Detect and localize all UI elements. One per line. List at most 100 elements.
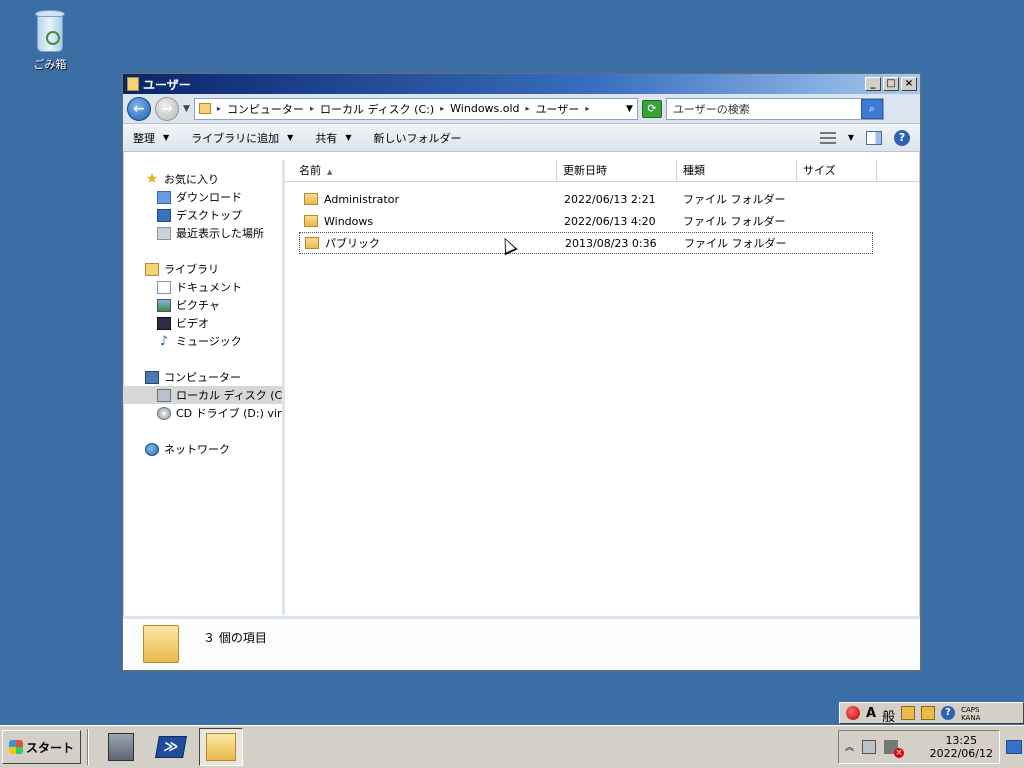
nav-libraries[interactable]: ライブラリ [123,260,282,278]
folder-icon [304,215,318,227]
taskbar-powershell[interactable]: ≫ [149,728,193,766]
file-row[interactable]: パブリック 2013/08/23 0:36 ファイル フォルダー [299,232,873,254]
share-button[interactable]: 共有 ▼ [315,130,351,146]
nav-label: デスクトップ [176,209,242,222]
nav-desktop[interactable]: デスクトップ [123,206,282,224]
folder-icon [304,193,318,205]
file-name: Administrator [324,192,399,206]
nav-videos[interactable]: ビデオ [123,314,282,332]
chevron-right-icon[interactable]: ▸ [585,104,589,113]
column-header-date[interactable]: 更新日時 [557,160,677,181]
explorer-icon [206,733,237,761]
new-folder-button[interactable]: 新しいフォルダー [373,130,461,146]
close-button[interactable]: × [901,77,917,91]
search-icon[interactable]: ⌕ [860,98,883,119]
nav-computer[interactable]: コンピューター [123,368,282,386]
ime-icon[interactable] [846,706,860,720]
column-headers: 名前 ▲ 更新日時 種類 サイズ [285,160,920,182]
chevron-down-icon[interactable]: ▼ [848,133,854,142]
start-button[interactable]: スタート [2,730,82,764]
nav-local-disk[interactable]: ローカル ディスク (C:) [123,386,282,404]
file-type: ファイル フォルダー [683,215,786,228]
forward-button[interactable]: → [155,96,179,121]
show-desktop-icon[interactable] [1006,740,1022,754]
desktop-icon [157,208,171,222]
caps-label: CAPS [961,706,980,714]
help-icon[interactable]: ? [941,706,956,720]
history-dropdown-icon[interactable]: ▼ [183,104,190,114]
nav-cd-drive[interactable]: CD ドライブ (D:) virtio [123,404,282,422]
sort-ascending-icon: ▲ [327,168,333,176]
input-mode-kanji[interactable]: 般 [882,706,895,725]
preview-pane-icon[interactable] [866,130,882,145]
nav-label: ビデオ [176,317,209,330]
nav-music[interactable]: ♪ ミュージック [123,332,282,350]
file-type: ファイル フォルダー [684,237,787,250]
input-mode-a[interactable]: A [866,706,876,721]
item-count: ３ 個の項目 [203,631,267,645]
caps-kana-indicator: CAPS KANA [961,706,980,722]
taskbar-explorer[interactable] [199,728,244,766]
chevron-right-icon[interactable]: ▸ [526,104,530,113]
maximize-button[interactable]: □ [883,77,899,91]
back-button[interactable]: ← [127,96,151,121]
folder-icon [198,103,211,114]
command-bar: 整理 ▼ ライブラリに追加 ▼ 共有 ▼ 新しいフォルダー ▼ ? [123,124,920,152]
address-bar-row: ← → ▼ ▸ コンピューター ▸ ローカル ディスク (C:) ▸ Windo… [123,94,920,124]
address-bar[interactable]: ▸ コンピューター ▸ ローカル ディスク (C:) ▸ Windows.old… [193,97,638,120]
ime-tools-icon[interactable] [921,706,936,720]
windows-logo-icon [9,740,23,754]
clock[interactable]: 13:25 2022/06/12 [930,734,993,760]
column-header-type[interactable]: 種類 [677,160,797,181]
chevron-down-icon[interactable]: ▼ [626,104,633,114]
file-type: ファイル フォルダー [683,193,786,206]
recycle-bin-desktop-icon[interactable]: ごみ箱 [22,8,78,72]
music-icon: ♪ [159,333,169,349]
star-icon: ★ [145,170,159,187]
hard-disk-icon [157,388,171,402]
network-tray-icon[interactable] [862,740,877,754]
picture-icon [157,298,171,312]
chevron-up-icon[interactable]: ︽ [845,740,854,754]
chevron-right-icon[interactable]: ▸ [310,104,314,113]
nav-network[interactable]: ネットワーク [123,440,282,458]
search-input[interactable]: ユーザーの検索 ⌕ [665,97,884,120]
column-header-size[interactable]: サイズ [797,160,877,181]
folder-icon [143,625,179,663]
refresh-button[interactable]: ⟳ [641,99,662,118]
breadcrumb-computer[interactable]: コンピューター [227,101,304,117]
nav-downloads[interactable]: ダウンロード [123,188,282,206]
file-row[interactable]: Administrator 2022/06/13 2:21 ファイル フォルダー [299,188,873,210]
organize-button[interactable]: 整理 ▼ [133,130,169,146]
add-to-library-button[interactable]: ライブラリに追加 ▼ [191,130,293,146]
nav-label: CD ドライブ (D:) virtio [176,407,285,420]
recycle-bin-label: ごみ箱 [33,58,67,71]
nav-pictures[interactable]: ピクチャ [123,296,282,314]
title-bar[interactable]: ユーザー _ □ × [123,74,920,94]
add-to-library-label: ライブラリに追加 [191,131,280,145]
nav-recent-places[interactable]: 最近表示した場所 [123,224,282,242]
clock-time: 13:25 [945,734,978,747]
nav-favorites[interactable]: ★ お気に入り [123,170,282,188]
help-icon[interactable]: ? [894,129,910,146]
breadcrumb-windows-old[interactable]: Windows.old [450,102,519,115]
network-icon [145,442,159,456]
breadcrumb-local-disk[interactable]: ローカル ディスク (C:) [320,101,434,117]
navigation-pane[interactable]: ★ お気に入り ダウンロード デスクトップ 最近表示した場所 ライブラリ ドキュ… [123,160,285,615]
file-list[interactable]: 名前 ▲ 更新日時 種類 サイズ Administrator 2022/06/13… [285,160,920,615]
breadcrumb-users[interactable]: ユーザー [536,101,580,117]
chevron-down-icon: ▼ [287,133,294,142]
organize-label: 整理 [133,131,155,145]
taskbar-server-manager[interactable] [99,728,143,766]
file-row[interactable]: Windows 2022/06/13 4:20 ファイル フォルダー [299,210,873,232]
column-header-name[interactable]: 名前 ▲ [285,160,557,181]
view-options-icon[interactable] [819,131,836,144]
volume-muted-icon[interactable] [884,740,905,758]
chevron-right-icon[interactable]: ▸ [440,104,444,113]
nav-label: ネットワーク [164,443,230,456]
chevron-right-icon[interactable]: ▸ [217,104,221,113]
minimize-button[interactable]: _ [865,77,881,91]
ime-pad-icon[interactable] [901,706,916,720]
nav-documents[interactable]: ドキュメント [123,278,282,296]
clock-date: 2022/06/12 [929,747,993,760]
